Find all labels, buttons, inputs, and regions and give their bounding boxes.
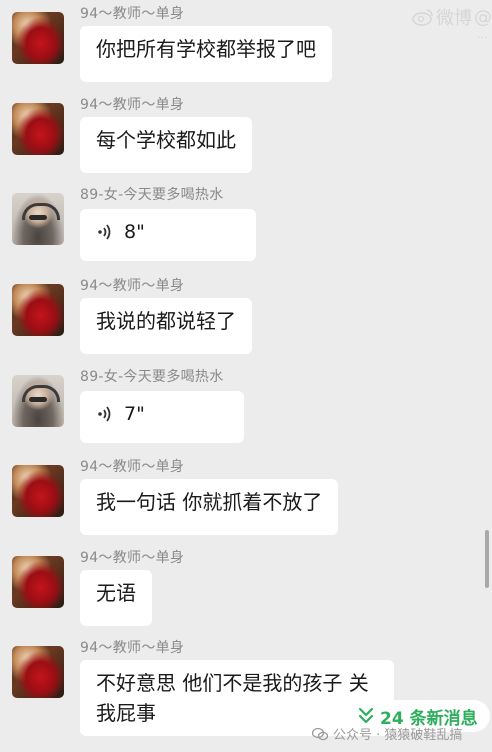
avatar[interactable] [12, 646, 64, 698]
sender-name: 89-女-今天要多喝热水 [80, 369, 224, 385]
message-text: 我一句话 你就抓着不放了 [96, 490, 323, 514]
sender-name: 94～教师～单身 [80, 459, 185, 475]
wechat-icon [312, 727, 328, 740]
avatar[interactable] [12, 375, 64, 427]
message-text: 你把所有学校都举报了吧 [96, 37, 316, 61]
message-bubble[interactable]: 我一句话 你就抓着不放了 [80, 479, 339, 535]
avatar[interactable] [12, 556, 64, 608]
message-bubble[interactable]: 我说的都说轻了 [80, 298, 252, 354]
avatar[interactable] [12, 465, 64, 517]
sender-name: 94～教师～单身 [80, 97, 185, 113]
weibo-watermark: 微博 @ [412, 4, 492, 30]
sender-name: 94～教师～单身 [80, 640, 185, 656]
voice-message-bubble[interactable]: 8" [80, 209, 256, 261]
voice-duration: 8" [124, 221, 145, 243]
footer-text: 公众号 · 猿猿破鞋乱搞 [333, 728, 463, 743]
voice-wave-icon [98, 224, 111, 240]
voice-wave-icon [98, 406, 111, 422]
message-text: 我说的都说轻了 [96, 309, 236, 333]
avatar[interactable] [12, 12, 64, 64]
message-text: 不好意思 他们不是我的孩子 关我屁事 [96, 671, 369, 725]
avatar[interactable] [12, 284, 64, 336]
message-text: 无语 [96, 581, 136, 605]
watermark-account: … [477, 28, 488, 41]
sender-name: 94～教师～单身 [80, 278, 185, 294]
footer-watermark: 公众号 · 猿猿破鞋乱搞 [312, 724, 462, 743]
weibo-icon [412, 9, 433, 26]
message-bubble[interactable]: 每个学校都如此 [80, 117, 252, 173]
voice-duration: 7" [124, 403, 145, 425]
avatar[interactable] [12, 193, 64, 245]
weibo-brand-text: 微博 [436, 8, 472, 29]
message-bubble[interactable]: 你把所有学校都举报了吧 [80, 26, 332, 82]
weibo-brand-suffix: @ [474, 6, 492, 28]
double-chevron-down-icon [358, 707, 374, 724]
voice-message-bubble[interactable]: 7" [80, 391, 244, 443]
sender-name: 94～教师～单身 [80, 6, 185, 22]
message-text: 每个学校都如此 [96, 128, 236, 152]
avatar[interactable] [12, 103, 64, 155]
message-bubble[interactable]: 无语 [80, 570, 152, 626]
sender-name: 89-女-今天要多喝热水 [80, 187, 224, 203]
chat-area[interactable]: 微博 @ … 94～教师～单身 你把所有学校都举报了吧 94～教师～单身 每个学校… [0, 0, 492, 752]
scrollbar-thumb[interactable] [485, 530, 489, 588]
sender-name: 94～教师～单身 [80, 550, 185, 566]
